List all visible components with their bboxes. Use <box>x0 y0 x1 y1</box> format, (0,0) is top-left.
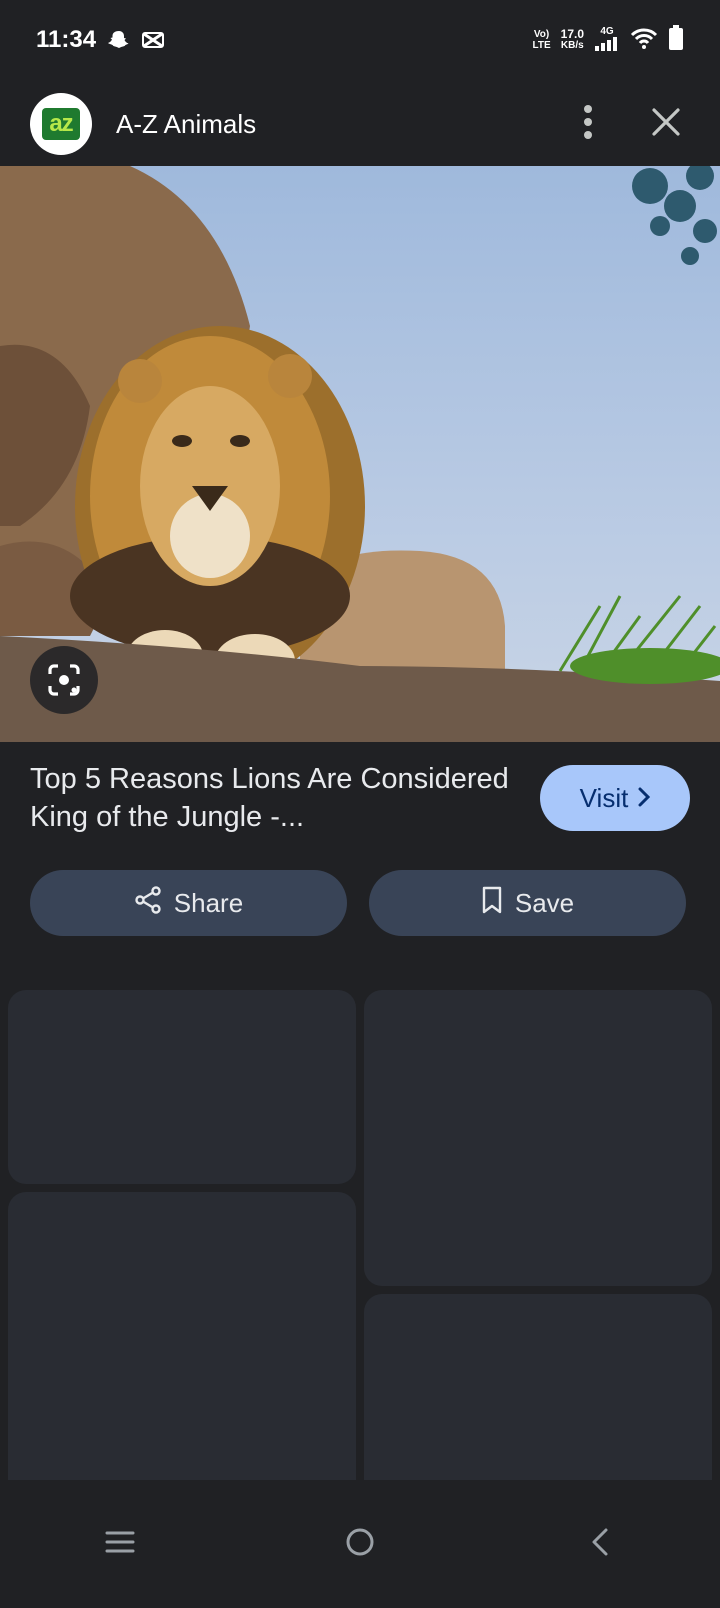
related-placeholder[interactable] <box>8 1192 356 1480</box>
signal-group: 4G <box>594 26 620 54</box>
bookmark-icon <box>481 886 503 921</box>
related-placeholder[interactable] <box>364 1294 712 1480</box>
lion-illustration <box>0 166 720 742</box>
header: az A-Z Animals <box>0 82 720 166</box>
share-button[interactable]: Share <box>30 870 347 936</box>
snapchat-icon <box>108 29 130 51</box>
signal-icon <box>594 37 620 54</box>
related-placeholder[interactable] <box>8 990 356 1184</box>
network-type: 4G <box>600 26 614 37</box>
close-icon <box>651 107 681 142</box>
status-left: 11:34 <box>36 26 165 54</box>
recents-button[interactable] <box>90 1514 150 1574</box>
system-nav-bar <box>0 1480 720 1608</box>
related-placeholder[interactable] <box>364 990 712 1286</box>
home-button[interactable] <box>330 1514 390 1574</box>
recents-icon <box>105 1530 135 1559</box>
result-title-row: Top 5 Reasons Lions Are Considered King … <box>30 760 690 850</box>
visit-button[interactable]: Visit <box>540 765 690 831</box>
back-icon <box>590 1527 610 1562</box>
google-lens-button[interactable] <box>30 646 98 714</box>
status-right: Vo) LTE 17.0 KB/s 4G <box>532 24 684 56</box>
save-label: Save <box>514 887 575 918</box>
more-vert-icon <box>582 104 594 144</box>
visit-label: Visit <box>579 782 629 813</box>
site-name[interactable]: A-Z Animals <box>116 109 534 140</box>
share-label: Share <box>173 887 244 918</box>
volte-bottom: LTE <box>532 40 551 51</box>
volte-indicator: Vo) LTE <box>532 29 550 51</box>
capcut-icon <box>142 29 165 51</box>
home-icon <box>344 1526 376 1563</box>
lens-icon <box>46 662 82 698</box>
battery-icon <box>668 24 684 56</box>
save-button[interactable]: Save <box>369 870 686 936</box>
network-speed: 17.0 KB/s <box>560 27 584 51</box>
site-logo[interactable]: az <box>30 93 92 155</box>
close-button[interactable] <box>642 100 690 148</box>
status-time: 11:34 <box>36 26 97 53</box>
volte-top: Vo) <box>533 29 550 40</box>
result-title[interactable]: Top 5 Reasons Lions Are Considered King … <box>30 760 510 836</box>
hero-image[interactable] <box>0 166 720 742</box>
wifi-icon <box>630 26 658 55</box>
status-bar: 11:34 Vo) LTE 17.0 KB/s 4G <box>0 0 720 80</box>
chevron-right-icon <box>638 783 651 814</box>
site-logo-mark: az <box>42 108 80 140</box>
speed-unit: KB/s <box>560 40 584 51</box>
back-button[interactable] <box>570 1514 630 1574</box>
action-row: Share Save <box>30 870 686 936</box>
speed-value: 17.0 <box>560 27 584 41</box>
more-options-button[interactable] <box>564 100 612 148</box>
share-icon <box>134 885 162 921</box>
